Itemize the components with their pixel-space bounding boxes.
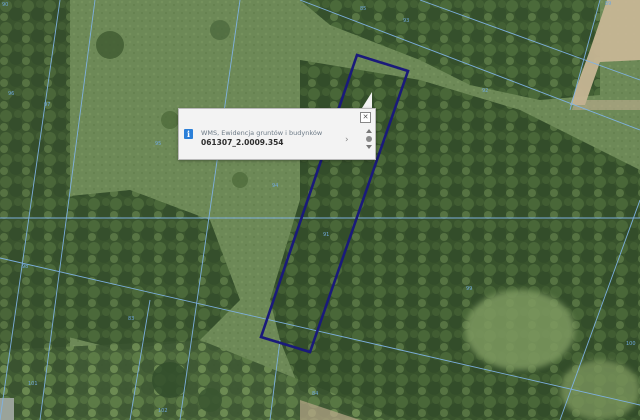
- svg-text:97: 97: [44, 102, 50, 108]
- svg-text:100: 100: [626, 341, 636, 347]
- info-icon: i: [184, 129, 193, 139]
- svg-text:96: 96: [8, 91, 14, 97]
- svg-text:102: 102: [158, 408, 168, 414]
- svg-text:90: 90: [2, 2, 8, 8]
- map-view[interactable]: 97 96 95 94 91 92 93 98 99 100 101 102 8…: [0, 0, 640, 420]
- chevron-right-icon[interactable]: ›: [345, 135, 349, 145]
- svg-text:83: 83: [128, 316, 134, 322]
- parcel-id: 061307_2.0009.354: [201, 138, 284, 147]
- svg-text:91: 91: [323, 232, 329, 238]
- pager-down-icon[interactable]: [366, 145, 372, 149]
- pager-up-icon[interactable]: [366, 129, 372, 133]
- svg-text:92: 92: [482, 88, 488, 94]
- aerial-imagery: 97 96 95 94 91 92 93 98 99 100 101 102 8…: [0, 0, 640, 420]
- svg-text:94: 94: [272, 183, 278, 189]
- svg-text:101: 101: [28, 381, 38, 387]
- svg-text:93: 93: [403, 18, 409, 24]
- layer-name: WMS, Ewidencja gruntów i budynków: [201, 129, 323, 137]
- popup-pointer: [362, 92, 372, 108]
- svg-text:89: 89: [605, 1, 611, 7]
- svg-text:99: 99: [466, 286, 472, 292]
- close-icon[interactable]: ✕: [360, 112, 371, 123]
- feature-info-popup: ✕ i WMS, Ewidencja gruntów i budynków 06…: [178, 108, 376, 160]
- svg-text:98: 98: [22, 264, 28, 270]
- popup-pager: [365, 129, 373, 155]
- pager-dot-icon: [366, 136, 372, 142]
- svg-text:84: 84: [312, 391, 318, 397]
- svg-text:95: 95: [155, 141, 161, 147]
- svg-text:85: 85: [360, 6, 366, 12]
